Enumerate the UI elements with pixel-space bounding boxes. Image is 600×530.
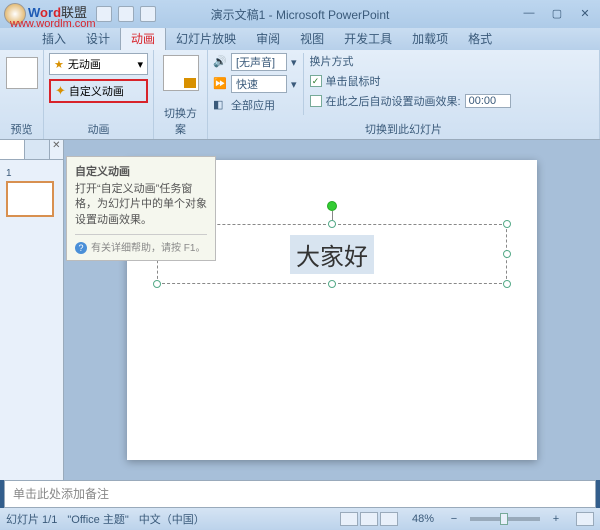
group-animation: ★无动画▾ ✦自定义动画 动画: [44, 50, 154, 139]
tab-design[interactable]: 设计: [76, 27, 120, 50]
group-animation-label: 动画: [49, 120, 148, 138]
tab-developer[interactable]: 开发工具: [334, 27, 402, 50]
slideshow-view-button[interactable]: [380, 512, 398, 526]
on-click-checkbox[interactable]: ✓: [310, 75, 322, 87]
resize-handle[interactable]: [503, 280, 511, 288]
resize-handle[interactable]: [328, 220, 336, 228]
fit-window-button[interactable]: [576, 512, 594, 526]
status-bar: 幻灯片 1/1 "Office 主题" 中文（中国） 48% − +: [0, 508, 600, 530]
textbox-text[interactable]: 大家好: [290, 235, 374, 274]
tooltip-title: 自定义动画: [75, 163, 207, 179]
slide-panel: ✕ 1: [0, 140, 64, 480]
apply-all-button[interactable]: 全部应用: [231, 97, 275, 113]
tab-view[interactable]: 视图: [290, 27, 334, 50]
group-preview: 预览: [0, 50, 44, 139]
tab-addin[interactable]: 加载项: [402, 27, 458, 50]
transition-scheme-button[interactable]: [163, 55, 199, 91]
close-button[interactable]: ✕: [576, 7, 594, 21]
watermark-url: www.wordlm.com: [10, 18, 96, 30]
zoom-slider[interactable]: [470, 517, 540, 521]
group-preview-label: 预览: [11, 120, 33, 138]
qat-redo[interactable]: [140, 6, 156, 22]
speed-icon: ⏩: [213, 77, 227, 91]
star-icon: ✦: [55, 83, 66, 99]
resize-handle[interactable]: [503, 220, 511, 228]
title-bar: Word联盟 www.wordlm.com 演示文稿1 - Microsoft …: [0, 0, 600, 28]
rotate-handle[interactable]: [327, 201, 337, 211]
tooltip-body: 打开“自定义动画”任务窗格，为幻灯片中的单个对象设置动画效果。: [75, 182, 207, 228]
thumb-number: 1: [6, 168, 57, 179]
animation-dropdown[interactable]: ★无动画▾: [49, 53, 148, 75]
panel-close[interactable]: ✕: [50, 140, 63, 159]
help-icon: ?: [75, 242, 87, 254]
auto-after-checkbox[interactable]: [310, 95, 322, 107]
group-transition: 切换方案: [154, 50, 208, 139]
group-switch: 🔊[无声音]▾ ⏩快速▾ ◧全部应用 换片方式 ✓单击鼠标时 在此之后自动设置动…: [208, 50, 600, 139]
zoom-out-button[interactable]: −: [448, 513, 460, 525]
minimize-button[interactable]: —: [520, 7, 538, 21]
tab-slideshow[interactable]: 幻灯片放映: [166, 27, 246, 50]
ribbon-tabs: 插入 设计 动画 幻灯片放映 审阅 视图 开发工具 加载项 格式: [0, 28, 600, 50]
ribbon: 预览 ★无动画▾ ✦自定义动画 动画 切换方案 🔊[无声音]▾ ⏩快速▾ ◧全部…: [0, 50, 600, 140]
preview-button[interactable]: [6, 57, 38, 89]
tab-animation[interactable]: 动画: [120, 26, 166, 50]
apply-all-icon: ◧: [213, 98, 227, 112]
slide-thumbnail[interactable]: [6, 181, 54, 217]
custom-animation-button[interactable]: ✦自定义动画: [49, 79, 148, 103]
window-title: 演示文稿1 - Microsoft PowerPoint: [211, 6, 390, 23]
auto-time-input[interactable]: 00:00: [465, 94, 511, 108]
notes-pane[interactable]: 单击此处添加备注: [4, 480, 596, 508]
outline-tab[interactable]: [25, 140, 50, 159]
zoom-value[interactable]: 48%: [412, 513, 434, 525]
star-icon: ★: [54, 58, 64, 71]
sorter-view-button[interactable]: [360, 512, 378, 526]
slide-counter: 幻灯片 1/1: [6, 511, 57, 527]
quick-access-toolbar: [96, 6, 156, 22]
qat-undo[interactable]: [118, 6, 134, 22]
resize-handle[interactable]: [328, 280, 336, 288]
group-transition-label: 切换方案: [159, 104, 202, 138]
theme-label: "Office 主题": [67, 511, 128, 527]
maximize-button[interactable]: ▢: [548, 7, 566, 21]
speed-dropdown[interactable]: 快速: [231, 75, 287, 93]
sound-icon: 🔊: [213, 55, 227, 69]
qat-save[interactable]: [96, 6, 112, 22]
zoom-in-button[interactable]: +: [550, 513, 562, 525]
group-switch-label: 切换到此幻灯片: [213, 120, 594, 138]
transition-method-label: 换片方式: [310, 53, 511, 69]
resize-handle[interactable]: [503, 250, 511, 258]
sound-dropdown[interactable]: [无声音]: [231, 53, 287, 71]
language-label[interactable]: 中文（中国）: [139, 511, 205, 527]
slides-tab[interactable]: [0, 140, 25, 159]
tab-format[interactable]: 格式: [458, 27, 502, 50]
zoom-thumb[interactable]: [500, 513, 508, 525]
view-buttons: [340, 512, 398, 526]
normal-view-button[interactable]: [340, 512, 358, 526]
resize-handle[interactable]: [153, 280, 161, 288]
tooltip: 自定义动画 打开“自定义动画”任务窗格，为幻灯片中的单个对象设置动画效果。 ?有…: [66, 156, 216, 261]
tab-review[interactable]: 审阅: [246, 27, 290, 50]
workspace: ✕ 1 自定义动画 打开“自定义动画”任务窗格，为幻灯片中的单个对象设置动画效果…: [0, 140, 600, 480]
tooltip-help: ?有关详细帮助，请按 F1。: [75, 234, 207, 254]
tab-insert[interactable]: 插入: [32, 27, 76, 50]
